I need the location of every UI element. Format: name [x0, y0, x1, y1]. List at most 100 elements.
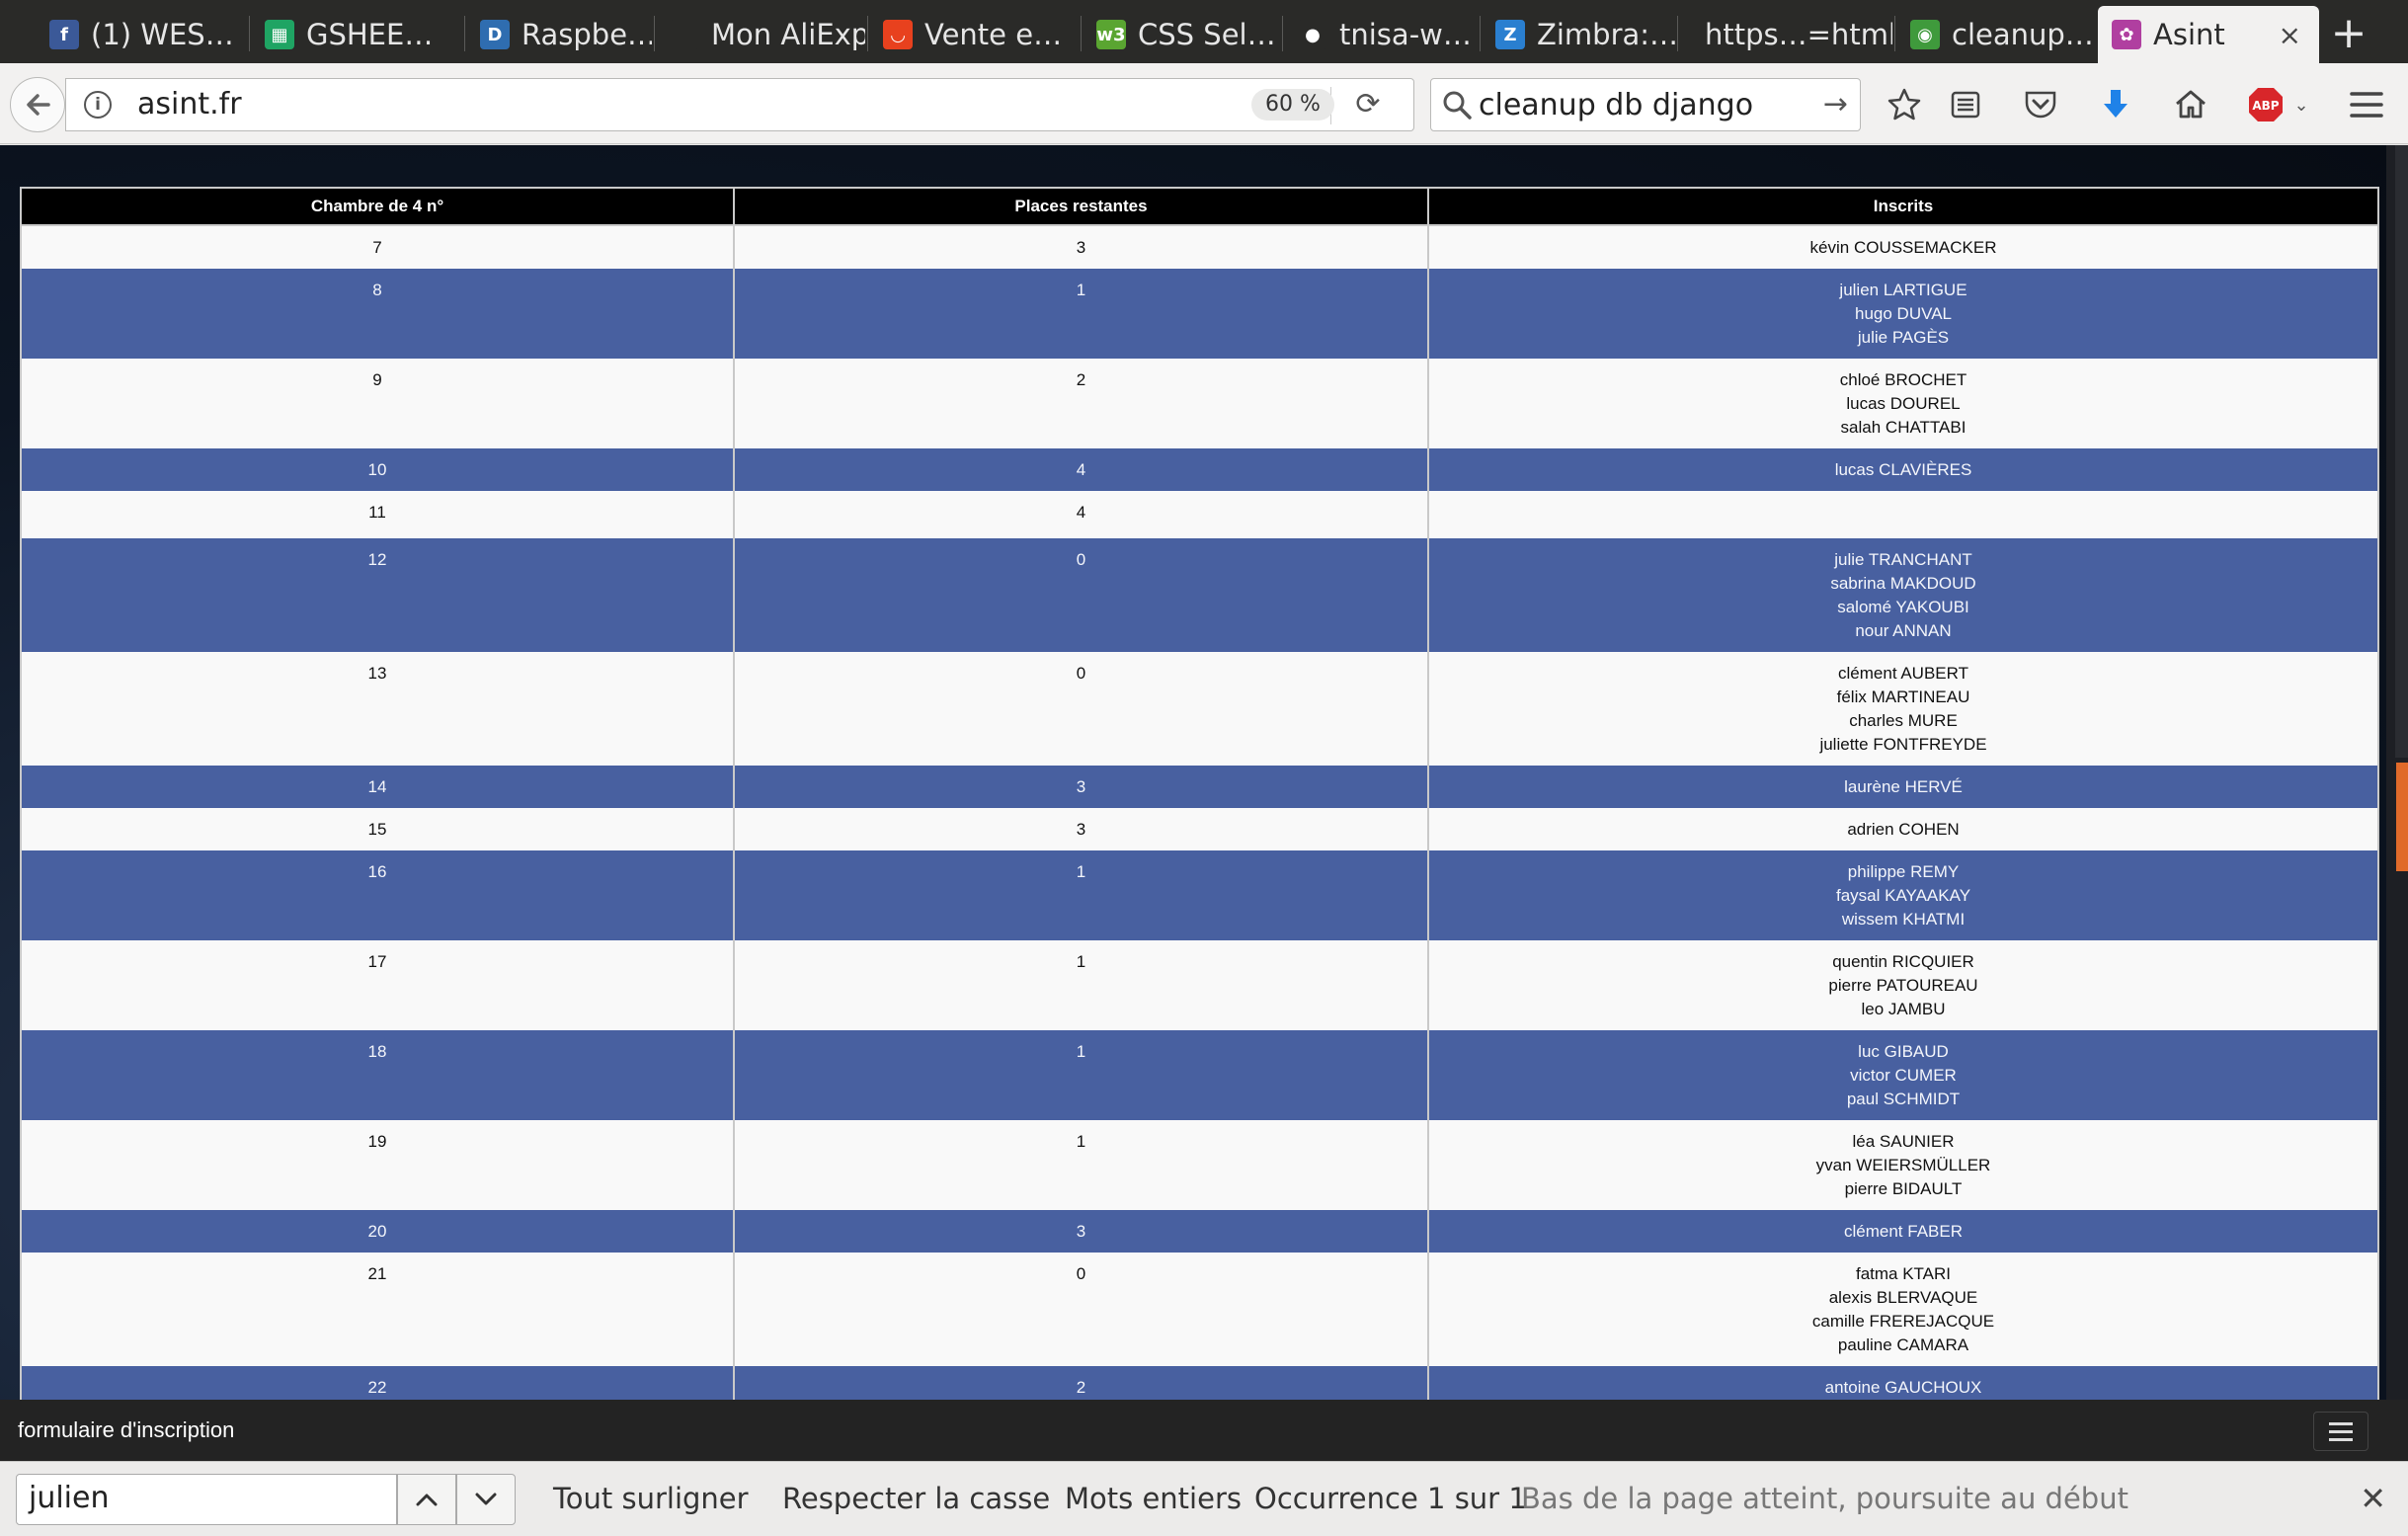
page-viewport: Chambre de 4 n° Places restantes Inscrit…	[0, 145, 2408, 1400]
room-number-cell: 17	[20, 940, 735, 1030]
places-remaining-cell: 4	[733, 491, 1429, 538]
adblock-plus-icon[interactable]: ABP	[2244, 83, 2288, 126]
table-row: 10 4 lucas CLAVIÈRES	[20, 448, 2379, 491]
registrant-name: alexis BLERVAQUE	[1828, 1288, 1978, 1307]
places-remaining-cell: 4	[733, 448, 1429, 491]
tab-title: cleanup…	[1952, 18, 2094, 51]
back-arrow-icon	[27, 94, 50, 116]
zoom-level-badge[interactable]: 60 %	[1251, 89, 1334, 121]
search-input[interactable]: cleanup db django	[1479, 88, 1753, 122]
registrant-name: pauline CAMARA	[1837, 1335, 1969, 1354]
room-number-cell: 7	[20, 225, 735, 269]
tab-active[interactable]: ✿ Asint ×	[2098, 6, 2319, 63]
room-number-cell: 16	[20, 850, 735, 940]
tab-separator	[1480, 16, 1481, 51]
asint-icon: ✿	[2112, 20, 2141, 49]
registrant-name: salah CHATTABI	[1840, 418, 1967, 437]
tab-1[interactable]: ▦ GSHEE…	[251, 6, 462, 63]
adblock-dropdown-icon[interactable]: ⌄	[2289, 83, 2313, 126]
whole-words-toggle[interactable]: Mots entiers	[1065, 1482, 1242, 1515]
registrant-name: paul SCHMIDT	[1846, 1090, 1961, 1108]
header-room: Chambre de 4 n°	[20, 187, 735, 226]
tab-4[interactable]: ◡ Vente e…	[869, 6, 1079, 63]
tab-separator	[464, 16, 465, 51]
registrant-name: laurène HERVÉ	[1844, 777, 1963, 796]
reading-list-icon[interactable]	[1944, 83, 1987, 126]
find-previous-button[interactable]	[397, 1474, 456, 1525]
table-header-row: Chambre de 4 n° Places restantes Inscrit…	[20, 187, 2379, 226]
registrants-cell: antoine GAUCHOUXrobin DOUDOUX	[1427, 1366, 2379, 1400]
registrant-name: quentin RICQUIER	[1832, 952, 1974, 971]
registration-form-link[interactable]: formulaire d'inscription	[18, 1417, 234, 1443]
chevron-down-icon	[475, 1493, 497, 1505]
search-bar[interactable]: cleanup db django →	[1430, 78, 1861, 131]
tab-0[interactable]: f (1) WES…	[36, 6, 247, 63]
registrants-cell: julien LARTIGUE hugo DUVAL julie PAGÈS	[1427, 269, 2379, 359]
tab-title: https…=html	[1705, 18, 1892, 51]
home-icon[interactable]	[2169, 83, 2212, 126]
find-input[interactable]: julien	[16, 1474, 397, 1525]
registrant-name: philippe REMY	[1847, 862, 1960, 881]
back-button[interactable]	[10, 77, 65, 132]
tab-9[interactable]: ◉ cleanup…	[1896, 6, 2094, 63]
find-next-button[interactable]	[456, 1474, 516, 1525]
places-remaining-cell: 2	[733, 359, 1429, 448]
raspberry-icon: D	[480, 20, 510, 49]
registrant-name: hugo DUVAL	[1855, 304, 1952, 323]
tab-separator	[1677, 16, 1678, 51]
registrants-cell: clément FABER	[1427, 1210, 2379, 1253]
tab-6[interactable]: ● tnisa-w…	[1284, 6, 1478, 63]
menu-icon[interactable]	[2345, 83, 2388, 126]
globe-icon: ◉	[1910, 20, 1940, 49]
registrant-name: clément FABER	[1844, 1222, 1963, 1241]
bookmark-star-icon[interactable]	[1883, 83, 1926, 126]
new-tab-button[interactable]: +	[2323, 8, 2374, 59]
tab-2[interactable]: D Raspbe…	[466, 6, 652, 63]
abp-octagon-icon: ABP	[2249, 88, 2283, 121]
pocket-icon[interactable]	[2019, 83, 2062, 126]
tab-title: Zimbra:…	[1537, 18, 1675, 51]
tab-title: CSS Sel…	[1138, 18, 1276, 51]
table-row: 16 1 philippe REMY faysal KAYAAKAY wissem KH…	[20, 850, 2379, 940]
table-row: 13 0 clément AUBERT félix MARTINEAU charles …	[20, 652, 2379, 766]
tab-separator	[1282, 16, 1283, 51]
match-case-toggle[interactable]: Respecter la casse	[782, 1482, 1050, 1515]
registrants-cell: adrien COHEN	[1427, 808, 2379, 850]
places-remaining-cell: 3	[733, 1210, 1429, 1253]
tab-8[interactable]: https…=html	[1679, 6, 1892, 63]
registrant-name: juliette FONTFREYDE	[1819, 735, 1987, 754]
tab-7[interactable]: Z Zimbra:…	[1482, 6, 1675, 63]
page-scrollbar[interactable]	[2395, 145, 2408, 758]
menu-bar-line	[2329, 1437, 2353, 1441]
reload-icon[interactable]: ⟳	[1348, 87, 1388, 122]
tab-3[interactable]: Mon AliExp…	[656, 6, 865, 63]
download-arrow-icon	[2104, 90, 2127, 118]
places-remaining-cell: 1	[733, 850, 1429, 940]
places-remaining-cell: 0	[733, 652, 1429, 766]
rooms-table-body: 7 3 kévin COUSSEMACKER 8 1 julien LARTIGUE hug…	[20, 225, 2379, 1400]
site-menu-toggle[interactable]	[2313, 1412, 2368, 1451]
registrants-cell	[1427, 491, 2379, 538]
svg-text:ABP: ABP	[2252, 99, 2279, 113]
room-number-cell: 10	[20, 448, 735, 491]
close-tab-icon[interactable]: ×	[2279, 19, 2301, 51]
table-row: 222antoine GAUCHOUXrobin DOUDOUX	[20, 1366, 2379, 1400]
table-row: 19 1 léa SAUNIER yvan WEIERSMÜLLER pierre BI…	[20, 1120, 2379, 1210]
search-go-icon[interactable]: →	[1823, 87, 1848, 121]
tab-5[interactable]: w3 CSS Sel…	[1083, 6, 1280, 63]
menu-bar-line	[2329, 1429, 2353, 1433]
highlight-all-toggle[interactable]: Tout surligner	[553, 1482, 749, 1515]
registrant-name: yvan WEIERSMÜLLER	[1815, 1156, 1991, 1174]
search-icon	[1443, 91, 1472, 120]
downloads-icon[interactable]	[2094, 83, 2137, 126]
table-row: 9 2 chloé BROCHET lucas DOUREL salah CHATTAB…	[20, 359, 2379, 448]
find-close-icon[interactable]: ✕	[2360, 1480, 2386, 1517]
url-bar[interactable]: i asint.fr 60 % ⟳	[65, 78, 1414, 131]
w3schools-icon: w3	[1096, 20, 1126, 49]
page-info-icon[interactable]: i	[84, 91, 112, 119]
registrant-name: julie PAGÈS	[1857, 328, 1950, 347]
room-number-cell: 20	[20, 1210, 735, 1253]
registrants-cell: kévin COUSSEMACKER	[1427, 225, 2379, 269]
registrants-cell: lucas CLAVIÈRES	[1427, 448, 2379, 491]
url-text[interactable]: asint.fr	[137, 87, 242, 121]
